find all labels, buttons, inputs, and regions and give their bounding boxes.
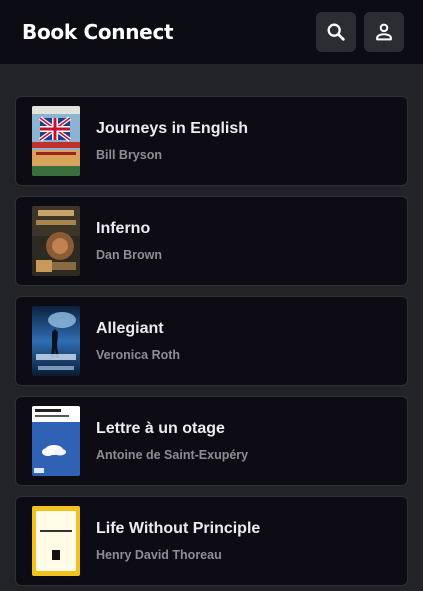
book-title: Life Without Principle bbox=[96, 520, 261, 537]
search-icon bbox=[327, 23, 345, 41]
book-card[interactable]: Inferno Dan Brown bbox=[15, 196, 408, 286]
book-author: Henry David Thoreau bbox=[96, 548, 222, 562]
book-info: Life Without Principle Henry David Thore… bbox=[96, 520, 260, 562]
book-title: Lettre à un otage bbox=[96, 420, 225, 437]
book-card[interactable]: Journeys in English Bill Bryson bbox=[15, 96, 408, 186]
book-title: Allegiant bbox=[96, 320, 164, 337]
app-title: Book Connect bbox=[22, 20, 174, 44]
book-info: Journeys in English Bill Bryson bbox=[96, 120, 248, 162]
book-list: Journeys in English Bill Bryson Inferno … bbox=[15, 96, 408, 586]
app-header: Book Connect bbox=[0, 0, 423, 64]
book-title: Journeys in English bbox=[96, 120, 249, 137]
book-cover bbox=[32, 306, 80, 376]
person-icon bbox=[376, 23, 392, 41]
book-info: Lettre à un otage Antoine de Saint-Exupé… bbox=[96, 420, 248, 462]
book-author: Dan Brown bbox=[96, 248, 162, 262]
book-cover bbox=[32, 206, 80, 276]
account-button[interactable] bbox=[364, 12, 404, 52]
book-author: Antoine de Saint-Exupéry bbox=[96, 448, 249, 462]
book-card[interactable]: Lettre à un otage Antoine de Saint-Exupé… bbox=[15, 396, 408, 486]
book-info: Allegiant Veronica Roth bbox=[96, 320, 180, 362]
book-author: Veronica Roth bbox=[96, 348, 181, 362]
book-author: Bill Bryson bbox=[96, 148, 162, 162]
header-actions bbox=[316, 12, 404, 52]
search-button[interactable] bbox=[316, 12, 356, 52]
book-card[interactable]: Allegiant Veronica Roth bbox=[15, 296, 408, 386]
book-cover bbox=[32, 506, 80, 576]
book-cover bbox=[32, 106, 80, 176]
book-info: Inferno Dan Brown bbox=[96, 220, 162, 262]
book-card[interactable]: Life Without Principle Henry David Thore… bbox=[15, 496, 408, 586]
book-cover bbox=[32, 406, 80, 476]
book-title: Inferno bbox=[96, 220, 151, 237]
